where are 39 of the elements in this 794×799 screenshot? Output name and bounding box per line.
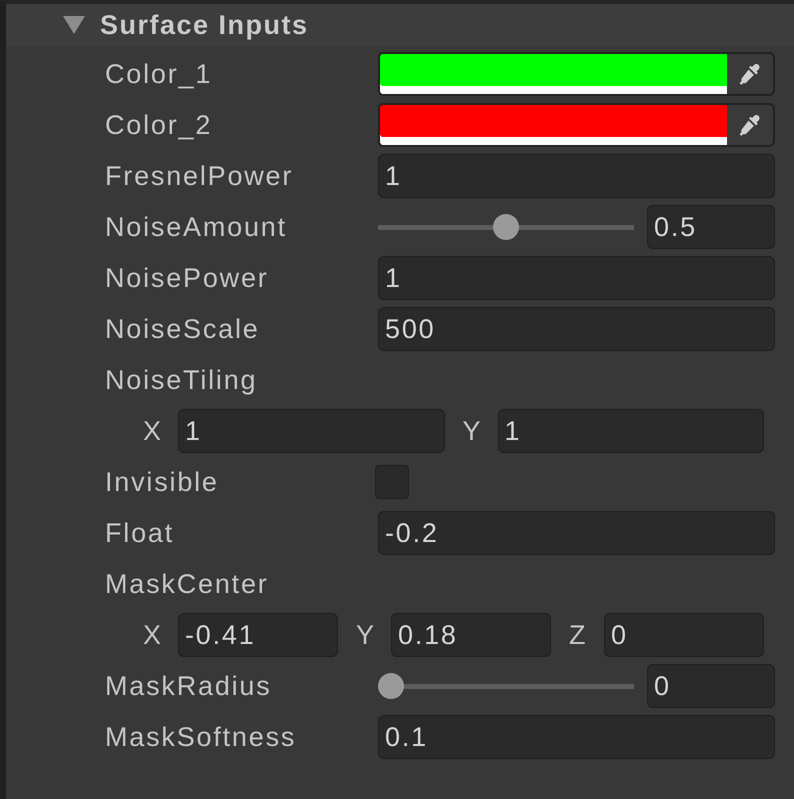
number-field[interactable]: 0.18 xyxy=(391,613,551,657)
property-label: Color_1 xyxy=(105,58,212,88)
color-swatch[interactable] xyxy=(378,52,727,96)
property-label: NoiseAmount xyxy=(105,212,287,242)
number-field[interactable]: 1 xyxy=(378,256,775,300)
slider-thumb[interactable] xyxy=(493,214,519,240)
number-field[interactable]: 1 xyxy=(178,409,444,453)
axis-label: Y xyxy=(462,416,482,446)
foldout-header[interactable]: Surface Inputs xyxy=(6,4,794,46)
property-label: MaskCenter xyxy=(105,568,269,598)
property-label: NoisePower xyxy=(105,262,269,292)
number-field[interactable]: 0 xyxy=(647,664,775,708)
axis-label: X xyxy=(143,620,163,650)
number-field[interactable]: 0 xyxy=(604,613,764,657)
property-label: FresnelPower xyxy=(105,160,294,190)
property-label: NoiseTiling xyxy=(105,364,258,394)
property-label: MaskSoftness xyxy=(105,722,296,752)
axis-label: Z xyxy=(569,620,588,650)
property-label: Invisible xyxy=(105,466,219,496)
axis-label: X xyxy=(143,416,163,446)
number-field[interactable]: 0.5 xyxy=(647,205,775,249)
eyedropper-icon xyxy=(738,113,762,137)
eyedropper-icon xyxy=(738,62,762,86)
number-field[interactable]: 1 xyxy=(378,154,775,198)
number-field[interactable]: -0.2 xyxy=(378,511,775,555)
property-label: NoiseScale xyxy=(105,314,260,344)
checkbox[interactable] xyxy=(375,465,409,499)
number-field[interactable]: 1 xyxy=(498,409,764,453)
number-field[interactable]: 0.1 xyxy=(378,715,775,759)
property-label: MaskRadius xyxy=(105,670,272,700)
property-label: Float xyxy=(105,518,174,548)
axis-label: Y xyxy=(356,620,376,650)
eyedropper-button[interactable] xyxy=(727,103,775,147)
slider-thumb[interactable] xyxy=(378,673,404,699)
number-field[interactable]: 500 xyxy=(378,307,775,351)
eyedropper-button[interactable] xyxy=(727,52,775,96)
property-label: Color_2 xyxy=(105,110,212,140)
color-swatch[interactable] xyxy=(378,103,727,147)
number-field[interactable]: -0.41 xyxy=(178,613,338,657)
